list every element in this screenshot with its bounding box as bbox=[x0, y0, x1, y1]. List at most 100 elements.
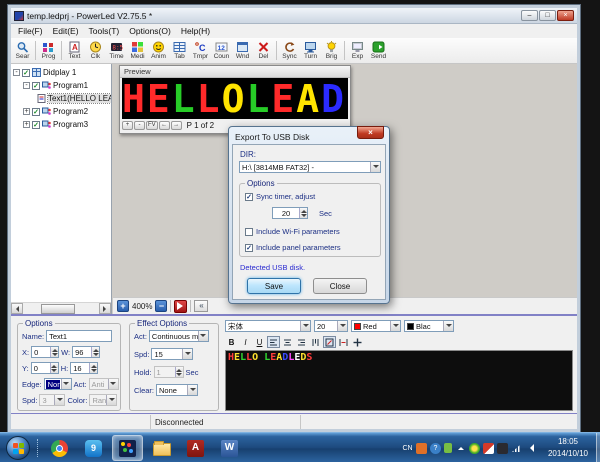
x-stepper[interactable]: 0 bbox=[31, 346, 59, 358]
security-tray-icon[interactable] bbox=[469, 443, 480, 454]
play-button[interactable] bbox=[174, 300, 187, 313]
save-button[interactable]: Save bbox=[247, 278, 301, 294]
expander-icon[interactable]: + bbox=[23, 108, 30, 115]
menu-help[interactable]: Help(H) bbox=[176, 26, 215, 36]
tree-horizontal-scrollbar[interactable] bbox=[11, 302, 111, 314]
adobe-taskbar-icon[interactable]: A bbox=[180, 435, 211, 461]
panel-checkbox[interactable]: ✓ bbox=[245, 244, 253, 252]
browser-taskbar-icon[interactable]: 9 bbox=[78, 435, 109, 461]
preview-zoom-out-button[interactable]: - bbox=[134, 121, 145, 130]
explorer-taskbar-icon[interactable] bbox=[146, 435, 177, 461]
dir-dropdown[interactable]: H:\ [3814MB FAT32] - bbox=[239, 161, 381, 173]
checkbox[interactable]: ✓ bbox=[32, 121, 40, 129]
expander-icon[interactable]: - bbox=[13, 69, 20, 76]
font-color-dropdown[interactable]: Red bbox=[351, 320, 401, 332]
toolbar-table-button[interactable]: Tab bbox=[169, 38, 190, 63]
align-left-icon[interactable] bbox=[267, 336, 280, 348]
menu-edit[interactable]: Edit(E) bbox=[48, 26, 84, 36]
y-stepper[interactable]: 0 bbox=[31, 362, 59, 374]
effect-speed-dropdown[interactable]: 15 bbox=[151, 348, 193, 360]
align-center-icon[interactable] bbox=[281, 336, 294, 348]
powerled-taskbar-icon[interactable] bbox=[112, 435, 143, 461]
toolbar-delete-button[interactable]: Del bbox=[253, 38, 274, 63]
checkbox[interactable]: ✓ bbox=[22, 69, 30, 77]
monitor-tray-icon[interactable] bbox=[497, 443, 508, 454]
preview-prev-button[interactable]: ← bbox=[159, 121, 170, 130]
toolbar-media-button[interactable]: Medi bbox=[127, 38, 148, 63]
timer-stepper[interactable]: 20 bbox=[272, 207, 308, 219]
toolbar-program-button[interactable]: Prog bbox=[38, 38, 59, 63]
volume-icon[interactable] bbox=[525, 443, 536, 454]
language-indicator[interactable]: CN bbox=[402, 443, 413, 454]
underline-button[interactable]: U bbox=[253, 336, 266, 348]
italic-button[interactable]: I bbox=[239, 336, 252, 348]
wifi-checkbox[interactable] bbox=[245, 228, 253, 236]
move-icon[interactable] bbox=[351, 336, 364, 348]
toolbar-animation-button[interactable]: Anim bbox=[148, 38, 169, 63]
app-tray-icon[interactable] bbox=[416, 443, 427, 454]
dialog-close-action-button[interactable]: Close bbox=[313, 278, 367, 294]
maximize-button[interactable]: □ bbox=[539, 10, 556, 21]
usb-tray-icon[interactable] bbox=[444, 443, 452, 453]
preview-next-button[interactable]: → bbox=[171, 121, 182, 130]
background-color-dropdown[interactable]: Blac bbox=[404, 320, 454, 332]
edge-dropdown[interactable]: Non bbox=[44, 378, 72, 390]
taskbar-clock[interactable]: 18:05 2014/10/10 bbox=[540, 436, 596, 460]
effect-act-dropdown[interactable]: Continuous mov bbox=[149, 330, 209, 342]
zoom-in-button[interactable]: + bbox=[117, 300, 129, 312]
w-stepper[interactable]: 96 bbox=[72, 346, 100, 358]
bold-button[interactable]: B bbox=[225, 336, 238, 348]
word-taskbar-icon[interactable]: W bbox=[214, 435, 245, 461]
preview-fit-button[interactable]: FV bbox=[146, 121, 158, 130]
toolbar-export-button[interactable]: Exp bbox=[347, 38, 368, 63]
toolbar-clock-button[interactable]: Clk bbox=[85, 38, 106, 63]
toolbar-temperature-button[interactable]: CTmpr bbox=[190, 38, 211, 63]
start-button[interactable] bbox=[6, 436, 30, 460]
scroll-right-arrow[interactable] bbox=[99, 303, 111, 314]
checkbox[interactable]: ✓ bbox=[32, 108, 40, 116]
scroll-left-arrow[interactable] bbox=[11, 303, 23, 314]
rotate-text-icon[interactable] bbox=[323, 336, 336, 348]
toolbar-text-button[interactable]: AText bbox=[64, 38, 85, 63]
help-tray-icon[interactable]: ? bbox=[430, 443, 441, 454]
toolbar-window-button[interactable]: Wnd bbox=[232, 38, 253, 63]
toolbar-time-button[interactable]: 8:5Time bbox=[106, 38, 127, 63]
checkbox[interactable]: ✓ bbox=[32, 82, 40, 90]
font-size-dropdown[interactable]: 20 bbox=[314, 320, 348, 332]
sync-timer-checkbox[interactable]: ✓ bbox=[245, 193, 253, 201]
tree-item-display[interactable]: - ✓ Didplay 1 bbox=[11, 66, 111, 79]
expander-icon[interactable]: + bbox=[23, 121, 30, 128]
name-field[interactable]: Text1 bbox=[46, 330, 112, 342]
preview-zoom-in-button[interactable]: + bbox=[122, 121, 133, 130]
expander-icon[interactable]: - bbox=[23, 82, 30, 89]
minimize-button[interactable]: – bbox=[521, 10, 538, 21]
tree-item-program1[interactable]: - ✓ Program1 bbox=[11, 79, 111, 92]
toolbar-search-button[interactable]: Sear bbox=[12, 38, 33, 63]
scroll-thumb[interactable] bbox=[41, 304, 75, 314]
tree-item-program2[interactable]: + ✓ Program2 bbox=[11, 105, 111, 118]
close-button[interactable]: × bbox=[557, 10, 574, 21]
align-right-icon[interactable] bbox=[295, 336, 308, 348]
toolbar-brightness-button[interactable]: Brig bbox=[321, 38, 342, 63]
font-family-dropdown[interactable]: 宋体 bbox=[225, 320, 311, 332]
toolbar-send-button[interactable]: Send bbox=[368, 38, 389, 63]
clear-dropdown[interactable]: None bbox=[156, 384, 198, 396]
dialog-close-button[interactable]: × bbox=[357, 126, 384, 139]
menu-tools[interactable]: Tools(T) bbox=[84, 26, 125, 36]
show-desktop-button[interactable] bbox=[596, 433, 600, 463]
text-editor[interactable]: HELLO LEADLEDS bbox=[225, 350, 573, 411]
tree-item-program3[interactable]: + ✓ Program3 bbox=[11, 118, 111, 131]
menu-file[interactable]: File(F) bbox=[13, 26, 48, 36]
toolbar-counter-button[interactable]: 12Coun bbox=[211, 38, 232, 63]
toolbar-sync-button[interactable]: Sync bbox=[279, 38, 300, 63]
zoom-out-button[interactable]: − bbox=[155, 300, 167, 312]
tree-item-text1[interactable]: Text1(HELLO LEADI bbox=[11, 92, 111, 105]
toolbar-turn-button[interactable]: Turn bbox=[300, 38, 321, 63]
spacing-icon[interactable] bbox=[337, 336, 350, 348]
h-stepper[interactable]: 16 bbox=[70, 362, 98, 374]
vertical-text-icon[interactable] bbox=[309, 336, 322, 348]
network-tray-icon[interactable] bbox=[511, 443, 522, 454]
flag-tray-icon[interactable] bbox=[483, 443, 494, 454]
collapse-button[interactable]: « bbox=[194, 300, 208, 312]
title-bar[interactable]: temp.ledprj - PowerLed V2.75.5 * – □ × bbox=[11, 8, 577, 24]
